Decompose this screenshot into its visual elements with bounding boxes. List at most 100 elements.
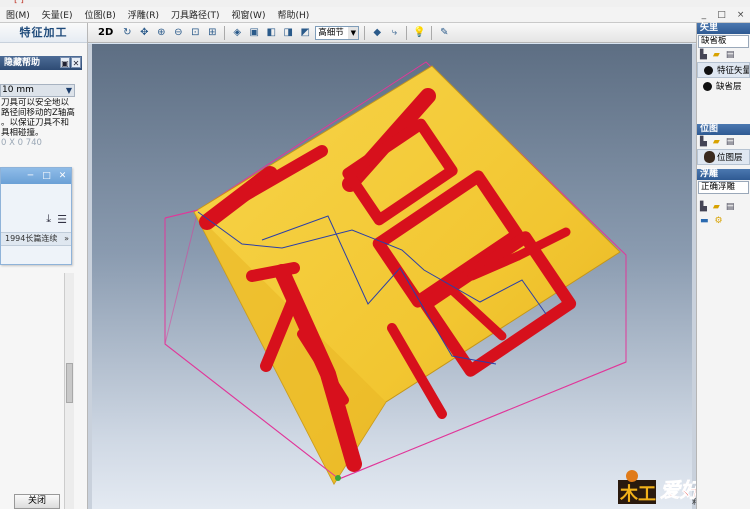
origin-marker — [335, 475, 341, 481]
top-view-icon[interactable]: ▣ — [247, 26, 261, 40]
tab-label: 1994长篇连续 — [5, 234, 58, 243]
relief-tools: ▙ ▰ ▤ — [697, 200, 750, 214]
maximize-icon[interactable]: □ — [717, 10, 726, 20]
window-controls: _ □ × — [696, 7, 750, 23]
side-view-icon[interactable]: ◨ — [281, 26, 295, 40]
view-toolbar: 2D ↻ ✥ ⊕ ⊖ ⊡ ⊞ ◈ ▣ ◧ ◨ ◩ 高细节 ▼ ◆ ⤷ 💡 ✎ — [88, 23, 696, 43]
menu-toolpath[interactable]: 刀具路径(T) — [165, 8, 226, 21]
pin-icon[interactable]: ▣ — [60, 57, 70, 68]
relief-scene — [164, 61, 627, 486]
toolbar-separator — [406, 25, 408, 40]
zoom-fit-icon[interactable]: ⊞ — [205, 26, 219, 40]
folder-icon[interactable]: ▰ — [713, 50, 720, 60]
chart-icon[interactable]: ▙ — [700, 50, 707, 60]
toolbar-separator — [364, 25, 366, 40]
more-icon[interactable]: » — [64, 233, 69, 245]
relief-tools-2: ▬ ⚙ — [697, 214, 750, 228]
menu-help[interactable]: 帮助(H) — [271, 8, 315, 21]
floating-window: ─ □ ✕ ⤓ ☰ 1994长篇连续 » — [0, 167, 72, 265]
scrollbar-thumb[interactable] — [66, 363, 73, 403]
help-line: 刀具可以安全地以 — [1, 98, 70, 108]
menu-bitmap[interactable]: 位图(B) — [79, 8, 122, 21]
vector-layer-item[interactable]: 特征矢量 — [697, 62, 750, 78]
close-icon[interactable]: × — [737, 10, 745, 20]
download-icon[interactable]: ⤓ — [46, 212, 51, 226]
left-panel: 特征加工 隐藏帮助 ▣ ✕ 10 mm ▼ 刀具可以安全地以 路径间移动的Z轴高… — [0, 23, 88, 509]
close-button[interactable]: 关闭 — [14, 494, 60, 509]
edit-icon[interactable]: ✎ — [437, 26, 451, 40]
help-line: 具相碰撞。 — [1, 128, 44, 138]
menu-view[interactable]: 图(M) — [0, 8, 36, 21]
hide-help-label: 隐藏帮助 — [4, 58, 41, 68]
combine-icon[interactable]: ▬ — [700, 216, 709, 226]
layers-icon[interactable]: ▤ — [726, 202, 735, 212]
vector-layer-item[interactable]: 缺省层 — [697, 78, 750, 94]
left-scrollbar[interactable] — [64, 273, 74, 509]
list-icon[interactable]: ☰ — [57, 213, 67, 226]
chart-icon[interactable]: ▙ — [700, 202, 707, 212]
pan-icon[interactable]: ✥ — [137, 26, 151, 40]
tool-size-field[interactable]: 10 mm ▼ — [0, 84, 75, 97]
close-icon[interactable]: ✕ — [56, 171, 69, 182]
close-icon[interactable]: ✕ — [71, 57, 81, 68]
bullet-icon — [704, 65, 713, 75]
feature-title: 特征加工 — [0, 23, 87, 43]
menu-relief[interactable]: 浮雕(R) — [122, 8, 165, 21]
folder-icon[interactable]: ▰ — [713, 137, 720, 147]
iso-view-icon[interactable]: ◈ — [230, 26, 244, 40]
hide-help-bar[interactable]: 隐藏帮助 ▣ ✕ — [0, 56, 82, 70]
chart-icon[interactable]: ▙ — [700, 137, 707, 147]
floating-window-tab[interactable]: 1994长篇连续 » — [1, 232, 71, 246]
3d-viewport[interactable] — [92, 44, 692, 509]
zoom-out-icon[interactable]: ⊖ — [171, 26, 185, 40]
bitmap-panel-header[interactable]: 位图 — [697, 124, 750, 135]
help-line: 0 X 0 740 — [1, 138, 42, 148]
vector-panel-header[interactable]: 矢里 — [697, 23, 750, 34]
bullet-icon — [703, 81, 712, 91]
layers-icon[interactable]: ▤ — [726, 50, 735, 60]
settings-icon[interactable]: ⚙ — [715, 216, 723, 226]
layer-label: 位图层 — [717, 153, 743, 163]
toolbar-separator — [431, 25, 433, 40]
help-line: 。以保证刀具不和 — [1, 118, 70, 128]
menu-vector[interactable]: 矢量(E) — [36, 8, 79, 21]
floating-window-titlebar[interactable]: ─ □ ✕ — [1, 168, 71, 184]
toolbar-separator — [224, 25, 226, 40]
right-panel: 矢里 缺省板 ▙ ▰ ▤ 特征矢量 缺省层 位图 ▙ ▰ ▤ 位图层 浮雕 正确… — [696, 23, 750, 509]
folder-icon[interactable]: ▰ — [713, 202, 720, 212]
layers-icon[interactable]: ▤ — [726, 137, 735, 147]
relief-layer-field[interactable]: 正确浮雕 — [698, 181, 749, 194]
layer-label: 特征矢量 — [717, 66, 750, 76]
bitmap-layer-item[interactable]: 位图层 — [697, 149, 750, 165]
portrait-icon — [704, 151, 715, 163]
vector-layer-field[interactable]: 缺省板 — [698, 35, 749, 48]
tool-size-value: 10 mm — [2, 85, 34, 95]
shading-icon[interactable]: ◆ — [370, 26, 384, 40]
rotate-icon[interactable]: ↻ — [120, 26, 134, 40]
zoom-box-icon[interactable]: ⊡ — [188, 26, 202, 40]
minimize-icon[interactable]: _ — [702, 10, 707, 20]
quality-select[interactable]: 高细节 ▼ — [315, 25, 360, 40]
maximize-icon[interactable]: □ — [40, 171, 53, 182]
back-view-icon[interactable]: ◩ — [298, 26, 312, 40]
front-view-icon[interactable]: ◧ — [264, 26, 278, 40]
bitmap-tools: ▙ ▰ ▤ — [697, 135, 750, 149]
vector-tools: ▙ ▰ ▤ — [697, 48, 750, 62]
toolpath-display-icon[interactable]: ⤷ — [387, 26, 401, 40]
light-icon[interactable]: 💡 — [412, 26, 426, 40]
relief-panel-header[interactable]: 浮雕 — [697, 169, 750, 180]
minimize-icon[interactable]: ─ — [24, 171, 37, 182]
logo-figure: 木工 — [618, 470, 656, 505]
menu-window[interactable]: 视窗(W) — [226, 8, 272, 21]
quality-value: 高细节 — [318, 27, 344, 38]
svg-text:木工: 木工 — [619, 483, 656, 505]
2d-view-button[interactable]: 2D — [98, 27, 113, 38]
menubar: 图(M) 矢量(E) 位图(B) 浮雕(R) 刀具路径(T) 视窗(W) 帮助(… — [0, 7, 696, 23]
zoom-in-icon[interactable]: ⊕ — [154, 26, 168, 40]
dropdown-arrow-icon[interactable]: ▼ — [66, 85, 72, 96]
floating-window-tools: ⤓ ☰ — [1, 210, 71, 228]
help-line: 路径间移动的Z轴高 — [1, 108, 75, 118]
help-text: 刀具可以安全地以 路径间移动的Z轴高 。以保证刀具不和 具相碰撞。 0 X 0 … — [1, 98, 75, 148]
dropdown-arrow-icon[interactable]: ▼ — [348, 26, 359, 39]
